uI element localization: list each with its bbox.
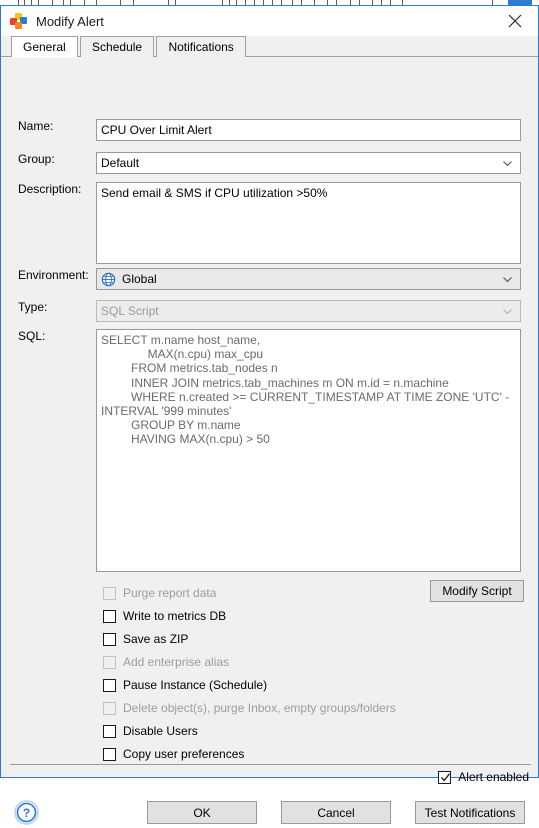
tab-schedule[interactable]: Schedule <box>80 36 155 57</box>
checkbox-box[interactable] <box>103 747 116 761</box>
checkbox-box[interactable] <box>438 770 452 784</box>
tab-general[interactable]: General <box>11 36 78 57</box>
tab-bar: General Schedule Notifications <box>1 36 538 57</box>
checkbox-label: Copy user preferences <box>123 747 245 761</box>
checkbox-delete-objects: Delete object(s), purge Inbox, empty gro… <box>103 700 396 716</box>
checkbox-label: Add enterprise alias <box>123 655 230 669</box>
environment-value: Global <box>122 272 157 286</box>
checkbox-box <box>103 655 116 669</box>
name-label: Name: <box>18 119 54 133</box>
name-input[interactable] <box>96 119 521 141</box>
checkbox-label: Disable Users <box>123 724 198 738</box>
checkbox-label: Delete object(s), purge Inbox, empty gro… <box>123 701 396 715</box>
ok-button[interactable]: OK <box>147 801 257 824</box>
checkbox-add-enterprise-alias: Add enterprise alias <box>103 654 229 670</box>
group-select[interactable]: Default <box>96 152 521 174</box>
checkbox-box[interactable] <box>103 609 116 623</box>
type-value: SQL Script <box>101 304 159 318</box>
tab-notifications[interactable]: Notifications <box>156 36 246 57</box>
type-row: Type: SQL Script <box>18 300 524 322</box>
chevron-down-icon <box>503 161 512 166</box>
chevron-down-icon <box>503 277 512 282</box>
close-icon[interactable] <box>492 6 538 36</box>
environment-label: Environment: <box>18 268 89 282</box>
help-question-icon[interactable]: ? <box>14 800 39 825</box>
group-value: Default <box>101 156 140 170</box>
environment-row: Environment: Global <box>18 268 524 290</box>
title-bar: Modify Alert <box>1 6 538 36</box>
checkbox-label: Save as ZIP <box>123 632 189 646</box>
checkbox-save-as-zip[interactable]: Save as ZIP <box>103 631 188 647</box>
globe-icon <box>101 272 116 287</box>
checkbox-pause-instance[interactable]: Pause Instance (Schedule) <box>103 677 267 693</box>
alert-enabled-checkbox[interactable]: Alert enabled <box>438 769 529 785</box>
test-notifications-button[interactable]: Test Notifications <box>415 801 525 824</box>
sql-textarea[interactable]: SELECT m.name host_name, MAX(n.cpu) max_… <box>96 329 521 572</box>
checkbox-purge-report-data: Purge report data <box>103 585 216 601</box>
sql-row: SQL: SELECT m.name host_name, MAX(n.cpu)… <box>18 329 524 572</box>
checkbox-box[interactable] <box>103 678 116 692</box>
type-label: Type: <box>18 300 48 314</box>
description-label: Description: <box>18 182 82 196</box>
checkbox-write-to-metrics-db[interactable]: Write to metrics DB <box>103 608 226 624</box>
squares-logo-icon <box>10 13 27 29</box>
checkbox-box <box>103 701 116 715</box>
description-textarea[interactable]: Send email & SMS if CPU utilization >50% <box>96 182 521 264</box>
window-title: Modify Alert <box>36 13 104 29</box>
checkmark-icon <box>440 772 451 783</box>
svg-text:?: ? <box>23 806 30 820</box>
modify-script-button[interactable]: Modify Script <box>430 580 524 602</box>
cancel-button[interactable]: Cancel <box>281 801 391 824</box>
type-select: SQL Script <box>96 300 521 322</box>
description-row: Description: Send email & SMS if CPU uti… <box>18 182 524 264</box>
chevron-down-icon <box>503 309 512 314</box>
alert-enabled-label: Alert enabled <box>458 770 529 784</box>
sql-label: SQL: <box>18 329 46 343</box>
checkbox-label: Pause Instance (Schedule) <box>123 678 268 692</box>
checkbox-label: Purge report data <box>123 586 217 600</box>
modify-alert-dialog: Modify Alert General Schedule Notificati… <box>0 5 539 825</box>
checkbox-copy-user-preferences[interactable]: Copy user preferences <box>103 746 244 762</box>
checkbox-disable-users[interactable]: Disable Users <box>103 723 198 739</box>
checkbox-label: Write to metrics DB <box>123 609 227 623</box>
checkbox-box[interactable] <box>103 632 116 646</box>
checkbox-box <box>103 586 116 600</box>
checkbox-box[interactable] <box>103 724 116 738</box>
name-row: Name: <box>18 119 524 141</box>
group-label: Group: <box>18 152 55 166</box>
environment-select[interactable]: Global <box>96 268 521 290</box>
footer-divider <box>10 764 531 765</box>
group-row: Group: Default <box>18 152 524 174</box>
